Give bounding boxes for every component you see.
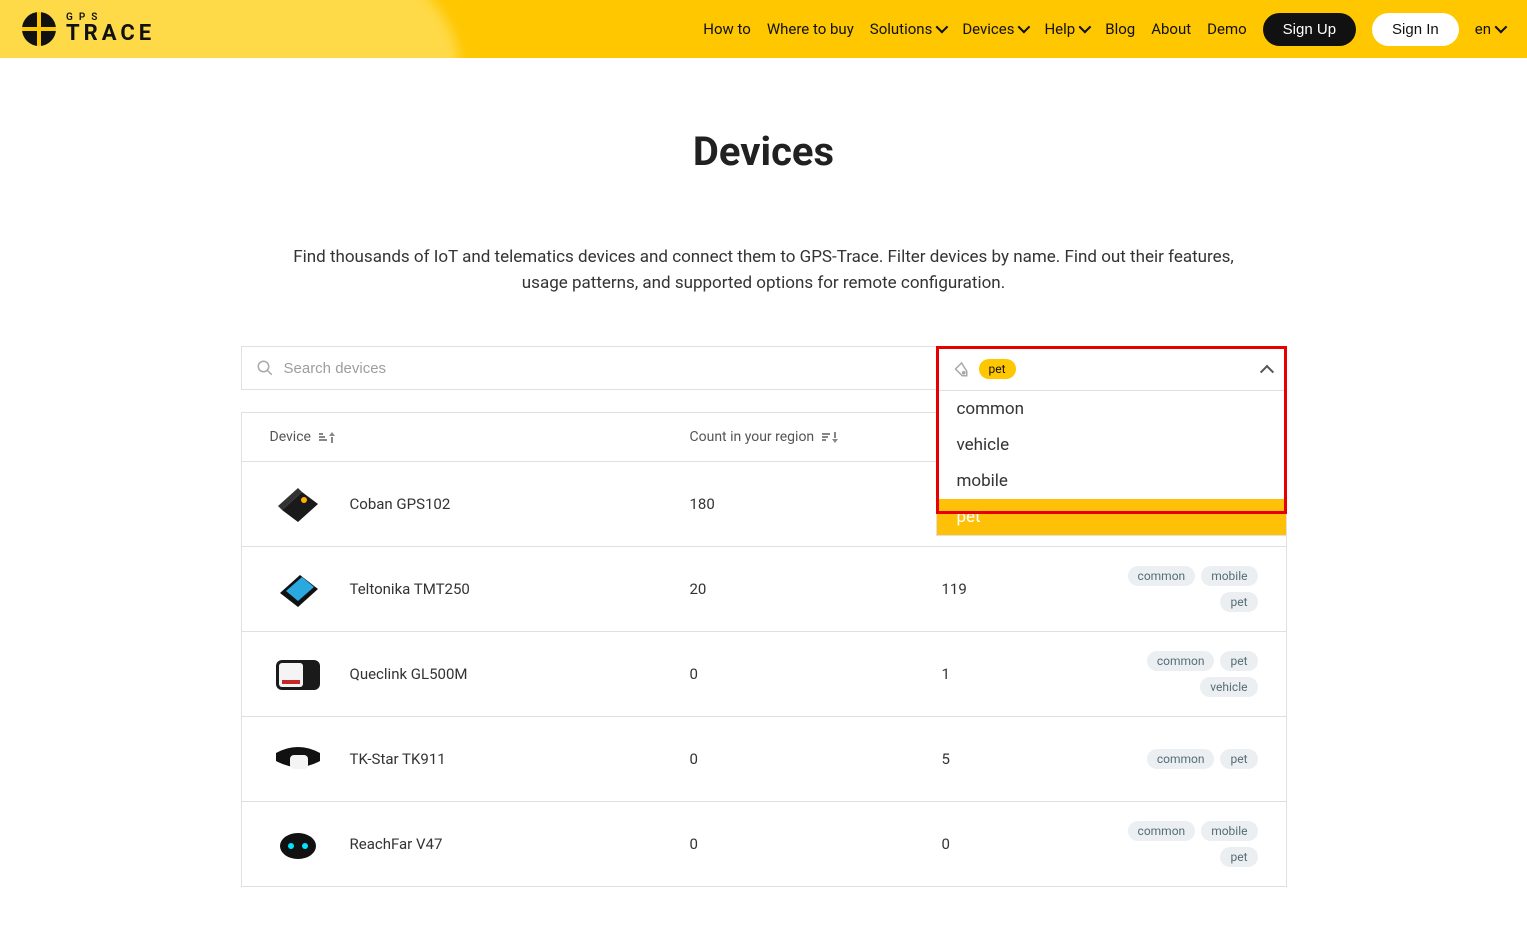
tag-chip: mobile bbox=[1201, 566, 1257, 586]
device-total: 119 bbox=[942, 580, 1110, 598]
page-description: Find thousands of IoT and telematics dev… bbox=[264, 245, 1264, 296]
nav-help[interactable]: Help bbox=[1044, 20, 1089, 38]
tag-option-mobile[interactable]: mobile bbox=[937, 463, 1286, 499]
selected-tag-chip: pet bbox=[979, 359, 1016, 379]
tag-chip: common bbox=[1147, 749, 1215, 769]
col-device[interactable]: Device bbox=[270, 429, 690, 445]
controls: pet common vehicle mobile pet bbox=[241, 346, 1287, 392]
tag-dropdown: common vehicle mobile pet bbox=[936, 390, 1287, 536]
chevron-down-icon bbox=[1079, 24, 1089, 34]
tag-option-common[interactable]: common bbox=[937, 391, 1286, 427]
search-input[interactable] bbox=[284, 360, 922, 377]
tag-filter-toggle[interactable]: pet bbox=[937, 347, 1286, 391]
device-thumb bbox=[270, 565, 326, 613]
device-name: ReachFar V47 bbox=[350, 835, 443, 853]
device-thumb bbox=[270, 480, 326, 528]
tag-chip: common bbox=[1128, 566, 1196, 586]
search-icon bbox=[256, 359, 274, 377]
device-thumb bbox=[270, 735, 326, 783]
device-tags: common pet vehicle bbox=[1110, 651, 1258, 697]
device-name: Coban GPS102 bbox=[350, 495, 451, 513]
tag-chip: pet bbox=[1220, 651, 1257, 671]
tag-filter: pet common vehicle mobile pet bbox=[937, 346, 1287, 392]
sort-icon bbox=[319, 432, 335, 443]
tag-icon bbox=[951, 360, 969, 378]
device-name: Teltonika TMT250 bbox=[350, 580, 470, 598]
search-box[interactable] bbox=[241, 346, 937, 390]
tag-chip: mobile bbox=[1201, 821, 1257, 841]
device-thumb bbox=[270, 820, 326, 868]
device-count: 0 bbox=[690, 665, 942, 683]
tag-chip: pet bbox=[1220, 847, 1257, 867]
tag-option-pet[interactable]: pet bbox=[937, 499, 1286, 535]
chevron-down-icon bbox=[936, 24, 946, 34]
device-count: 0 bbox=[690, 835, 942, 853]
signup-button[interactable]: Sign Up bbox=[1263, 13, 1356, 46]
device-total: 1 bbox=[942, 665, 1110, 683]
device-count: 180 bbox=[690, 495, 942, 513]
tag-chip: common bbox=[1147, 651, 1215, 671]
device-total: 0 bbox=[942, 835, 1110, 853]
logo-text-big: TRACE bbox=[66, 23, 155, 45]
logo-text: GPS TRACE bbox=[66, 13, 155, 45]
chevron-up-icon bbox=[1262, 364, 1272, 374]
tag-chip: vehicle bbox=[1200, 677, 1257, 697]
nav-devices[interactable]: Devices bbox=[962, 20, 1028, 38]
device-name: TK-Star TK911 bbox=[350, 750, 446, 768]
sort-icon bbox=[822, 432, 838, 443]
device-tags: common mobile pet bbox=[1110, 821, 1258, 867]
device-count: 0 bbox=[690, 750, 942, 768]
device-thumb bbox=[270, 650, 326, 698]
device-name: Queclink GL500M bbox=[350, 665, 468, 683]
chevron-down-icon bbox=[1495, 24, 1505, 34]
table-row[interactable]: Queclink GL500M 0 1 common pet vehicle bbox=[242, 632, 1286, 717]
tag-chip: pet bbox=[1220, 592, 1257, 612]
device-total: 5 bbox=[942, 750, 1110, 768]
device-tags: common mobile pet bbox=[1110, 566, 1258, 612]
nav-about[interactable]: About bbox=[1151, 20, 1191, 38]
chevron-down-icon bbox=[1018, 24, 1028, 34]
page-title: Devices bbox=[0, 128, 1527, 175]
device-count: 20 bbox=[690, 580, 942, 598]
tag-option-vehicle[interactable]: vehicle bbox=[937, 427, 1286, 463]
nav-solutions[interactable]: Solutions bbox=[870, 20, 947, 38]
logo-mark-icon bbox=[22, 12, 56, 46]
main-nav: How to Where to buy Solutions Devices He… bbox=[703, 13, 1505, 46]
nav-demo[interactable]: Demo bbox=[1207, 20, 1247, 38]
table-row[interactable]: ReachFar V47 0 0 common mobile pet bbox=[242, 802, 1286, 886]
nav-howto[interactable]: How to bbox=[703, 20, 751, 38]
table-row[interactable]: TK-Star TK911 0 5 common pet bbox=[242, 717, 1286, 802]
nav-where-to-buy[interactable]: Where to buy bbox=[767, 20, 854, 38]
language-switch[interactable]: en bbox=[1475, 20, 1505, 38]
signin-button[interactable]: Sign In bbox=[1372, 13, 1459, 46]
tag-chip: pet bbox=[1220, 749, 1257, 769]
nav-blog[interactable]: Blog bbox=[1105, 20, 1135, 38]
col-count[interactable]: Count in your region bbox=[690, 429, 942, 445]
table-row[interactable]: Teltonika TMT250 20 119 common mobile pe… bbox=[242, 547, 1286, 632]
header: GPS TRACE How to Where to buy Solutions … bbox=[0, 0, 1527, 58]
tag-chip: common bbox=[1128, 821, 1196, 841]
brand-logo[interactable]: GPS TRACE bbox=[22, 12, 155, 46]
device-tags: common pet bbox=[1110, 749, 1258, 769]
